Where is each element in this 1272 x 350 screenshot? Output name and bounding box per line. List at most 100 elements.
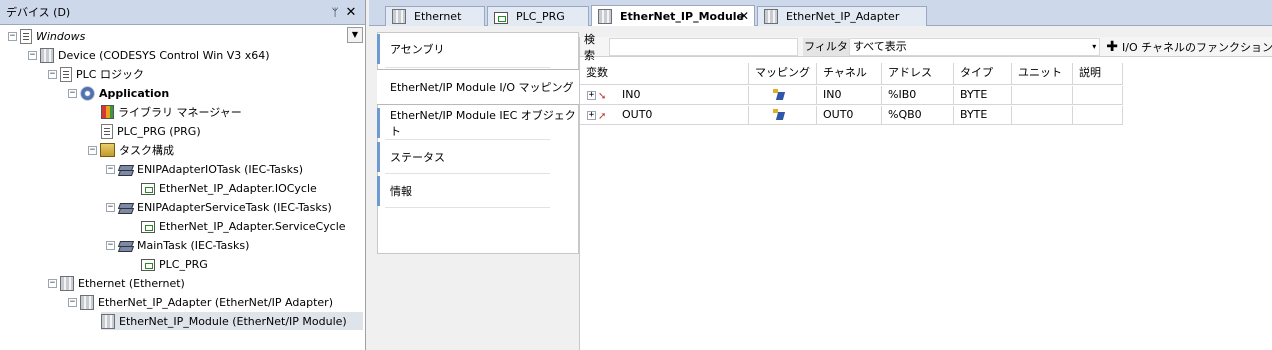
channel-cell: OUT0 <box>817 106 882 125</box>
tree-item-plc-logic[interactable]: − PLC ロジック <box>48 65 144 83</box>
tree-item-label: MainTask (IEC-Tasks) <box>137 238 250 252</box>
variable-cell[interactable]: + ➘ IN0 <box>580 86 749 105</box>
tree-item-label: PLC_PRG (PRG) <box>117 124 201 138</box>
collapse-icon[interactable]: − <box>68 88 77 98</box>
side-tab-io-mapping[interactable]: EtherNet/IP Module I/O マッピング <box>377 69 579 105</box>
unit-cell <box>1012 106 1073 125</box>
tree-item-label: ENIPAdapterServiceTask (IEC-Tasks) <box>137 200 332 214</box>
filter-select[interactable]: すべて表示 ▾ <box>848 37 1101 56</box>
tree-item-ethernet[interactable]: − Ethernet (Ethernet) <box>48 274 185 292</box>
side-tab-iec-objects[interactable]: EtherNet/IP Module IEC オブジェクト <box>377 108 577 138</box>
device-icon <box>60 275 74 291</box>
tab-label: Ethernet <box>414 10 462 23</box>
input-arrow-icon: ➘ <box>598 91 607 102</box>
task-stack-icon <box>118 201 133 214</box>
editor-side-tabs: アセンブリ EtherNet/IP Module I/O マッピング Ether… <box>377 32 579 254</box>
side-tab-divider <box>385 67 550 68</box>
pin-icon[interactable]: ᛘ <box>327 6 343 19</box>
tree-item-label: EtherNet_IP_Adapter (EtherNet/IP Adapter… <box>98 295 333 309</box>
device-icon <box>764 9 778 24</box>
tree-item-label: ライブラリ マネージャー <box>118 106 242 119</box>
tree-item-windows[interactable]: − Windows <box>8 27 85 45</box>
tree-item-label: タスク構成 <box>119 144 174 157</box>
type-cell: BYTE <box>954 86 1012 105</box>
tree-item-servicecycle[interactable]: EtherNet_IP_Adapter.ServiceCycle <box>141 217 346 235</box>
tree-item-ethernet-ip-module[interactable]: EtherNet_IP_Module (EtherNet/IP Module) <box>101 312 363 330</box>
expand-icon[interactable]: + <box>587 91 596 100</box>
collapse-icon[interactable]: − <box>88 145 97 155</box>
devices-panel-title: デバイス (D) <box>6 6 71 19</box>
column-header-type[interactable]: タイプ <box>954 63 1012 85</box>
address-cell: %QB0 <box>882 106 954 125</box>
variable-cell[interactable]: + ➚ OUT0 <box>580 106 749 125</box>
tab-ethernet-ip-module[interactable]: EtherNet_IP_Module ✕ <box>591 5 755 26</box>
program-call-icon <box>141 221 155 233</box>
device-icon <box>598 8 612 24</box>
tab-ethernet[interactable]: Ethernet <box>385 6 485 26</box>
collapse-icon[interactable]: − <box>48 69 57 79</box>
side-tab-assembly[interactable]: アセンブリ <box>377 34 577 64</box>
side-tab-divider <box>385 207 550 208</box>
tab-ethernet-ip-adapter[interactable]: EtherNet_IP_Adapter <box>757 6 927 26</box>
tree-item-maintask[interactable]: − MainTask (IEC-Tasks) <box>106 236 249 254</box>
collapse-icon[interactable]: − <box>68 297 77 307</box>
column-header-mapping[interactable]: マッピング <box>749 63 817 85</box>
library-manager-icon <box>101 105 114 119</box>
tree-item-label: EtherNet_IP_Module (EtherNet/IP Module) <box>119 314 347 328</box>
tree-item-iocycle[interactable]: EtherNet_IP_Adapter.IOCycle <box>141 179 317 197</box>
collapse-icon[interactable]: − <box>28 50 37 60</box>
tree-item-enip-service-task[interactable]: − ENIPAdapterServiceTask (IEC-Tasks) <box>106 198 332 216</box>
collapse-icon[interactable]: − <box>8 31 17 41</box>
column-header-variable[interactable]: 変数 <box>580 63 749 85</box>
collapse-icon[interactable]: − <box>48 278 57 288</box>
tree-item-plc-prg[interactable]: PLC_PRG (PRG) <box>101 122 201 140</box>
tree-item-label: Ethernet (Ethernet) <box>78 276 185 290</box>
tree-item-label: Application <box>99 86 170 100</box>
add-function-label: I/O チャネルのファンクション <box>1122 40 1272 54</box>
tree-item-application[interactable]: − Application <box>68 84 169 102</box>
channel-cell: IN0 <box>817 86 882 105</box>
tree-item-library-manager[interactable]: ライブラリ マネージャー <box>101 103 242 121</box>
side-tab-label: アセンブリ <box>390 43 445 56</box>
search-input[interactable] <box>609 37 799 56</box>
devices-panel: デバイス (D) ᛘ ✕ ▼ − Windows − Device (CODES… <box>0 0 366 350</box>
create-new-variable-icon <box>773 109 783 121</box>
side-tab-information[interactable]: 情報 <box>377 176 577 206</box>
device-icon <box>80 294 94 310</box>
tree-item-maintask-plc-prg[interactable]: PLC_PRG <box>141 255 208 273</box>
collapse-icon[interactable]: − <box>106 240 115 250</box>
column-header-unit[interactable]: ユニット <box>1012 63 1073 85</box>
plc-logic-icon <box>60 66 72 82</box>
column-header-channel[interactable]: チャネル <box>817 63 882 85</box>
description-cell <box>1073 86 1123 105</box>
tree-item-ethernet-ip-adapter[interactable]: − EtherNet_IP_Adapter (EtherNet/IP Adapt… <box>68 293 333 311</box>
collapse-icon[interactable]: − <box>106 164 115 174</box>
column-header-description[interactable]: 説明 <box>1073 63 1123 85</box>
address-cell: %IB0 <box>882 86 954 105</box>
column-header-address[interactable]: アドレス <box>882 63 954 85</box>
collapse-icon[interactable]: − <box>106 202 115 212</box>
tree-item-task-configuration[interactable]: − タスク構成 <box>88 141 174 159</box>
io-mapping-view: 検索 フィルター すべて表示 ▾ ✚ I/O チャネルのファンクション 変数 マ… <box>579 33 1272 350</box>
program-doc-icon <box>494 11 508 24</box>
side-tab-label: EtherNet/IP Module IEC オブジェクト <box>390 109 576 138</box>
application-gear-icon <box>80 85 95 101</box>
add-io-channel-function-button[interactable]: ✚ I/O チャネルのファンクション <box>1106 39 1272 55</box>
table-row[interactable]: + ➘ IN0 IN0 %IB0 BYTE <box>580 86 1123 105</box>
mapping-cell[interactable] <box>749 86 817 105</box>
tab-plc-prg[interactable]: PLC_PRG <box>487 6 589 26</box>
mapping-cell[interactable] <box>749 106 817 125</box>
side-tab-status[interactable]: ステータス <box>377 142 577 172</box>
table-row[interactable]: + ➚ OUT0 OUT0 %QB0 BYTE <box>580 106 1123 125</box>
tree-item-device[interactable]: − Device (CODESYS Control Win V3 x64) <box>28 46 270 64</box>
side-tab-label: ステータス <box>390 151 445 164</box>
windows-project-icon <box>20 28 32 44</box>
tree-item-label: PLC ロジック <box>76 68 144 81</box>
tree-item-label: EtherNet_IP_Adapter.ServiceCycle <box>159 219 346 233</box>
close-tab-icon[interactable]: ✕ <box>739 9 749 23</box>
tree-item-label: Device (CODESYS Control Win V3 x64) <box>58 48 270 62</box>
tree-item-enip-io-task[interactable]: − ENIPAdapterIOTask (IEC-Tasks) <box>106 160 303 178</box>
expand-icon[interactable]: + <box>587 111 596 120</box>
device-icon <box>392 9 406 24</box>
close-panel-button[interactable]: ✕ <box>343 5 359 20</box>
